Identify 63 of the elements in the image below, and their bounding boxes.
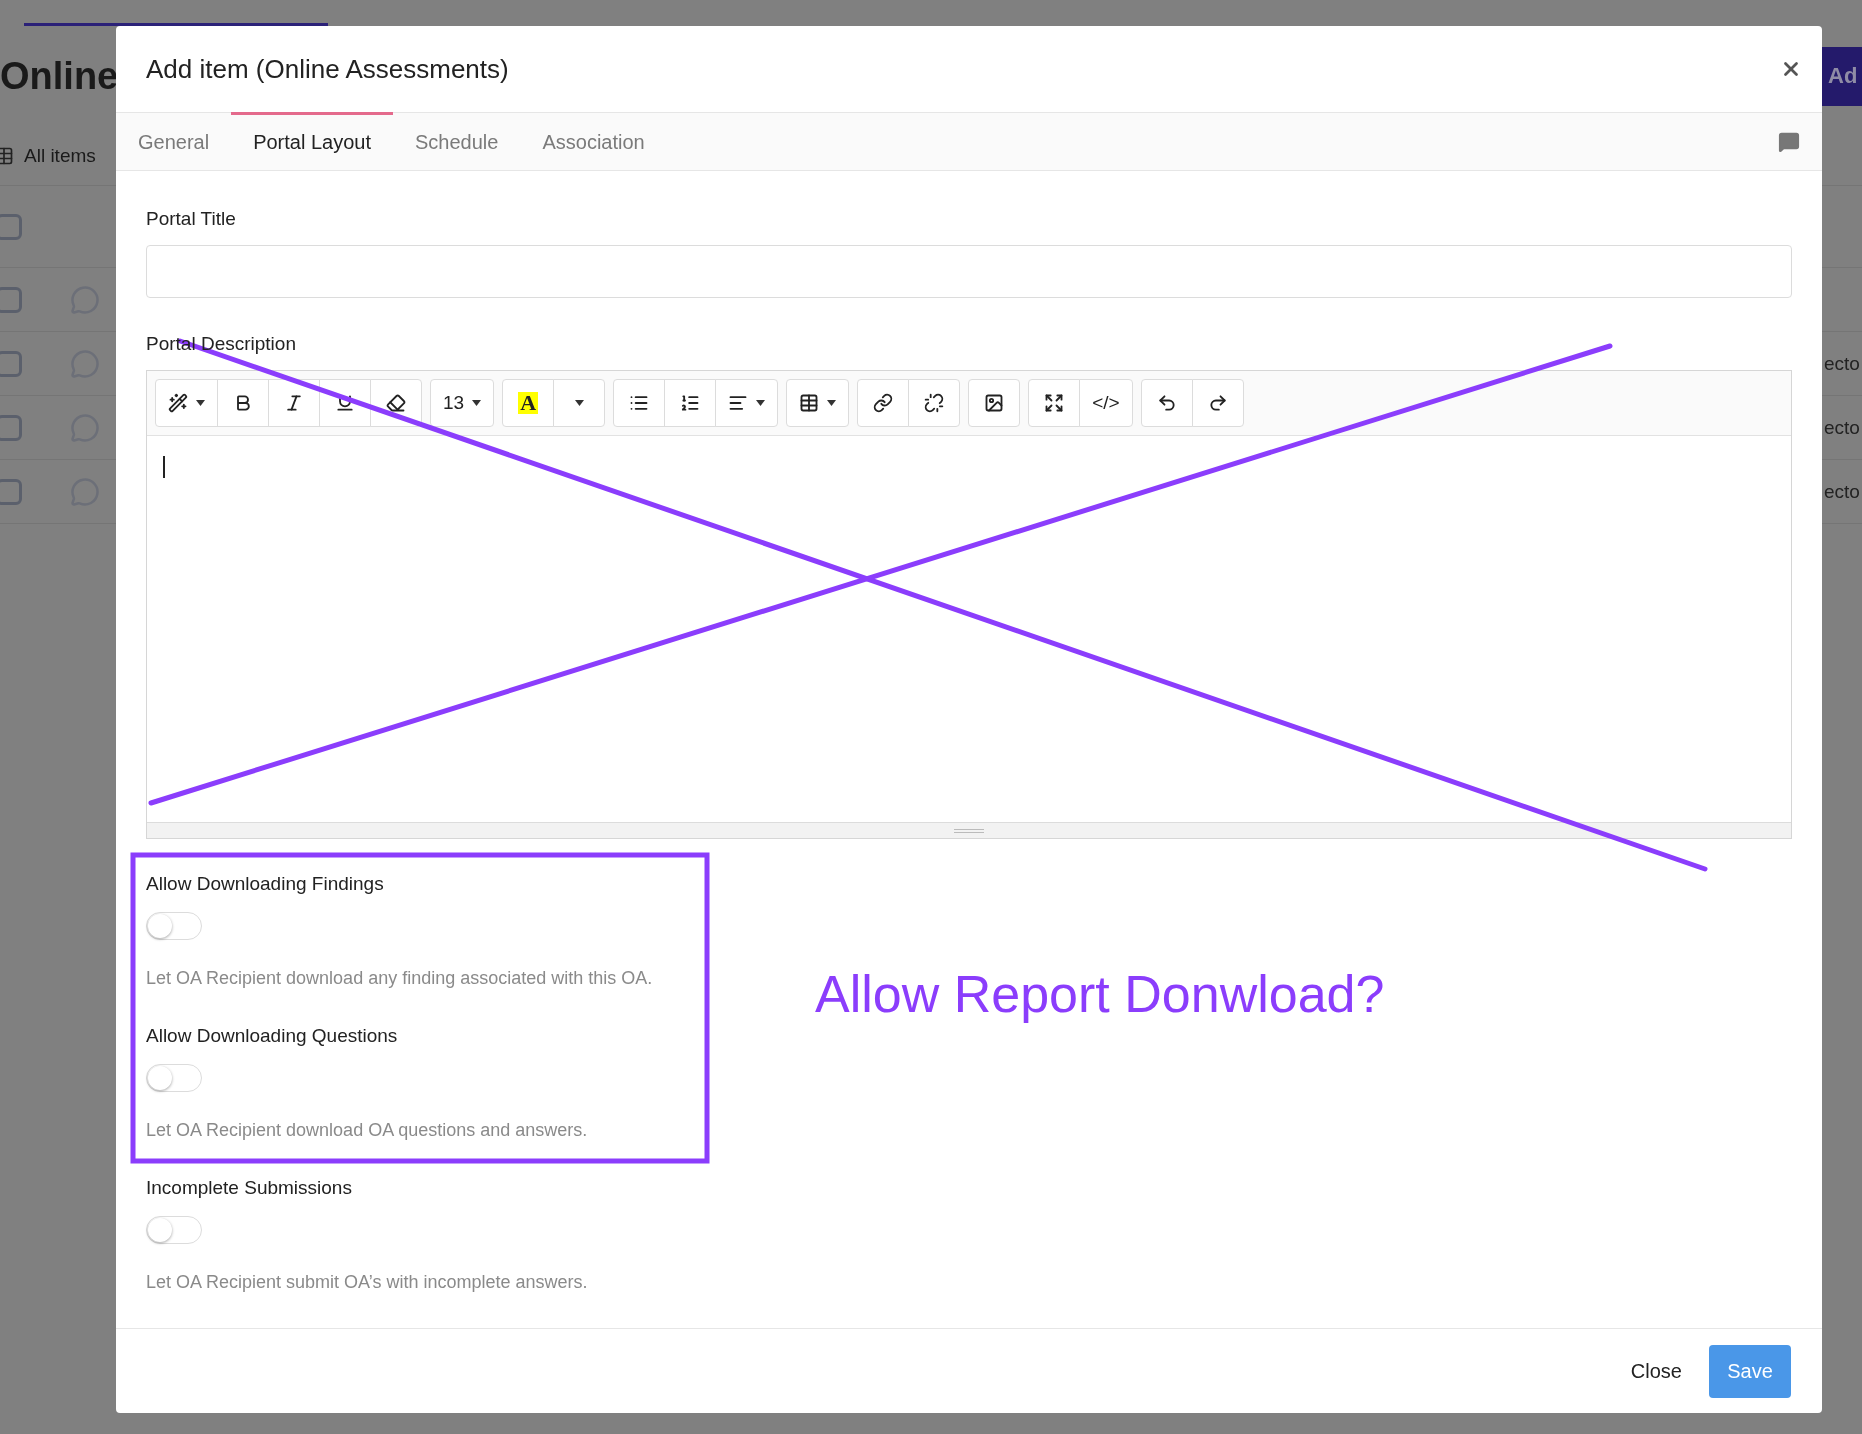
- table-icon: [0, 145, 14, 166]
- toggle-switch[interactable]: [146, 1064, 202, 1093]
- table-cell-text: ecto: [1824, 480, 1861, 503]
- link-button[interactable]: [857, 379, 910, 428]
- font-size-button[interactable]: 13: [430, 379, 495, 428]
- text-cursor: [163, 456, 165, 479]
- field-label: Portal Description: [146, 332, 296, 357]
- input-field[interactable]: [146, 245, 1792, 299]
- checkbox[interactable]: [0, 286, 22, 313]
- help-text: Let OA Recipient submit OA’s with incomplete answers.: [146, 1271, 589, 1294]
- unlink-icon: [924, 393, 945, 414]
- highlight-button[interactable]: A: [502, 379, 555, 428]
- table-icon: [799, 393, 820, 414]
- tab[interactable]: Portal Layout: [231, 112, 393, 171]
- checkbox[interactable]: [0, 478, 22, 505]
- undo-button[interactable]: [1140, 379, 1193, 428]
- image-button[interactable]: [968, 379, 1021, 428]
- style-button[interactable]: [155, 379, 218, 428]
- eraser-icon: [386, 393, 406, 414]
- image-icon: [984, 393, 1005, 414]
- table-cell-text: ecto: [1824, 416, 1861, 439]
- redo-icon: [1207, 393, 1228, 414]
- checkbox[interactable]: [0, 350, 22, 377]
- view-label[interactable]: All items: [24, 144, 96, 167]
- align-button[interactable]: [715, 379, 779, 428]
- expand-icon: [1044, 393, 1065, 414]
- toggle-label: Allow Downloading Findings: [146, 872, 385, 897]
- tab[interactable]: General: [116, 112, 232, 171]
- help-text: Let OA Recipient download OA questions and answers.: [146, 1119, 589, 1142]
- resize-handle[interactable]: [147, 822, 1791, 839]
- dialog-title: Add item (Online Assessments): [146, 53, 509, 85]
- checkbox[interactable]: [0, 414, 22, 441]
- unlink-button[interactable]: [908, 379, 961, 428]
- toggle-label: Incomplete Submissions: [146, 1176, 353, 1201]
- redo-button[interactable]: [1191, 379, 1244, 428]
- link-icon: [873, 393, 894, 414]
- tab[interactable]: Association: [520, 112, 667, 171]
- wand-icon: [168, 393, 188, 414]
- bold-button[interactable]: [217, 379, 269, 428]
- page-title: Online: [0, 54, 119, 98]
- color-dropdown-button[interactable]: [553, 379, 606, 428]
- numbered-list-button[interactable]: [664, 379, 717, 428]
- toggle-switch[interactable]: [146, 1216, 202, 1245]
- close-button[interactable]: Close: [1630, 1359, 1682, 1383]
- comment-icon[interactable]: [1778, 130, 1800, 153]
- italic-icon: [284, 393, 304, 414]
- undo-icon: [1156, 393, 1177, 414]
- table-button[interactable]: [786, 379, 850, 428]
- italic-button[interactable]: [268, 379, 320, 428]
- help-text: Let OA Recipient download any finding associated with this OA.: [146, 967, 654, 990]
- toggle-switch[interactable]: [146, 912, 202, 941]
- toggle-label: Allow Downloading Questions: [146, 1024, 399, 1049]
- table-cell-text: ecto: [1824, 352, 1861, 375]
- checkbox[interactable]: [0, 213, 22, 240]
- tab[interactable]: Schedule: [393, 112, 521, 171]
- numbered-list-icon: [680, 393, 701, 414]
- annotation-text: Allow Report Donwload?: [815, 964, 1385, 1024]
- bullet-list-button[interactable]: [613, 379, 666, 428]
- fullscreen-button[interactable]: [1028, 379, 1081, 428]
- underline-icon: [335, 393, 355, 414]
- field-label: Portal Title: [146, 207, 236, 232]
- code-view-button[interactable]: </>: [1079, 379, 1133, 428]
- rich-text-editor[interactable]: 13 A </>: [146, 370, 1792, 840]
